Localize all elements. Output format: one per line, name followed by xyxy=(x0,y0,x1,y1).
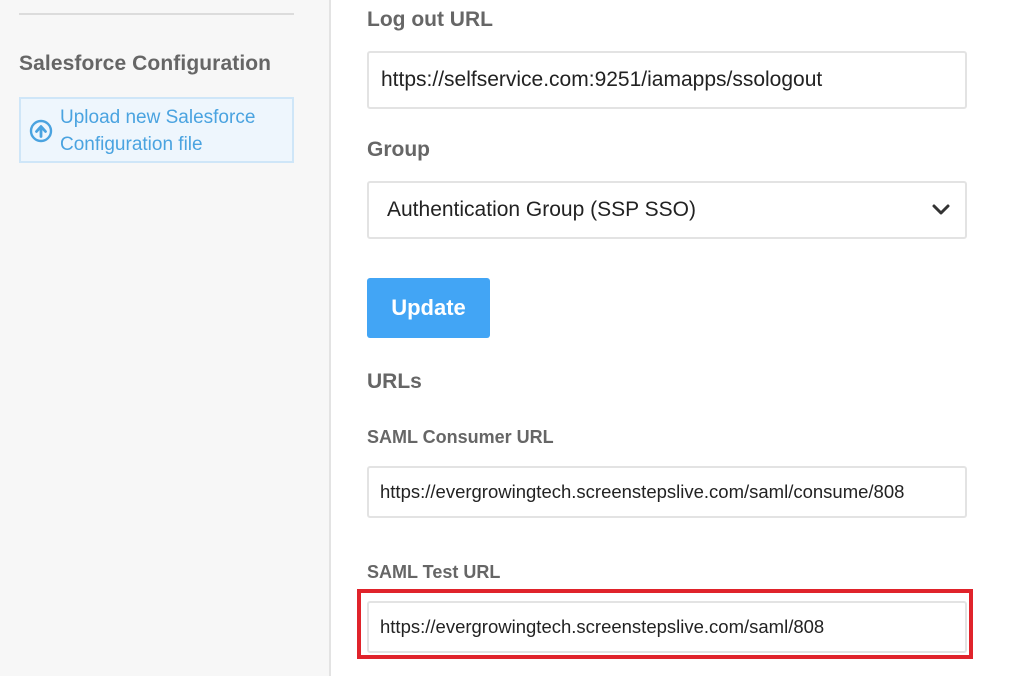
saml-test-url-input[interactable]: https://evergrowingtech.screenstepslive.… xyxy=(367,601,967,653)
main-content: Log out URL https://selfservice.com:9251… xyxy=(331,0,1032,676)
salesforce-configuration-heading: Salesforce Configuration xyxy=(19,52,272,75)
group-select[interactable]: Authentication Group (SSP SSO) xyxy=(367,181,967,239)
group-label: Group xyxy=(367,138,430,161)
chevron-down-icon xyxy=(932,204,950,215)
upload-circle-arrow-icon xyxy=(29,119,53,143)
upload-salesforce-config-button[interactable]: Upload new Salesforce Configuration file xyxy=(19,97,294,163)
update-button[interactable]: Update xyxy=(367,278,490,338)
saml-consumer-url-label: SAML Consumer URL xyxy=(367,427,554,447)
group-selected-value: Authentication Group (SSP SSO) xyxy=(387,198,696,221)
logout-url-input[interactable]: https://selfservice.com:9251/iamapps/sso… xyxy=(367,51,967,109)
saml-consumer-url-input[interactable]: https://evergrowingtech.screenstepslive.… xyxy=(367,466,967,518)
urls-heading: URLs xyxy=(367,370,422,393)
saml-test-url-label: SAML Test URL xyxy=(367,562,501,582)
sidebar-divider xyxy=(19,13,294,15)
logout-url-label: Log out URL xyxy=(367,8,493,31)
sidebar: Salesforce Configuration Upload new Sale… xyxy=(0,0,331,676)
upload-salesforce-config-label: Upload new Salesforce Configuration file xyxy=(60,107,256,155)
